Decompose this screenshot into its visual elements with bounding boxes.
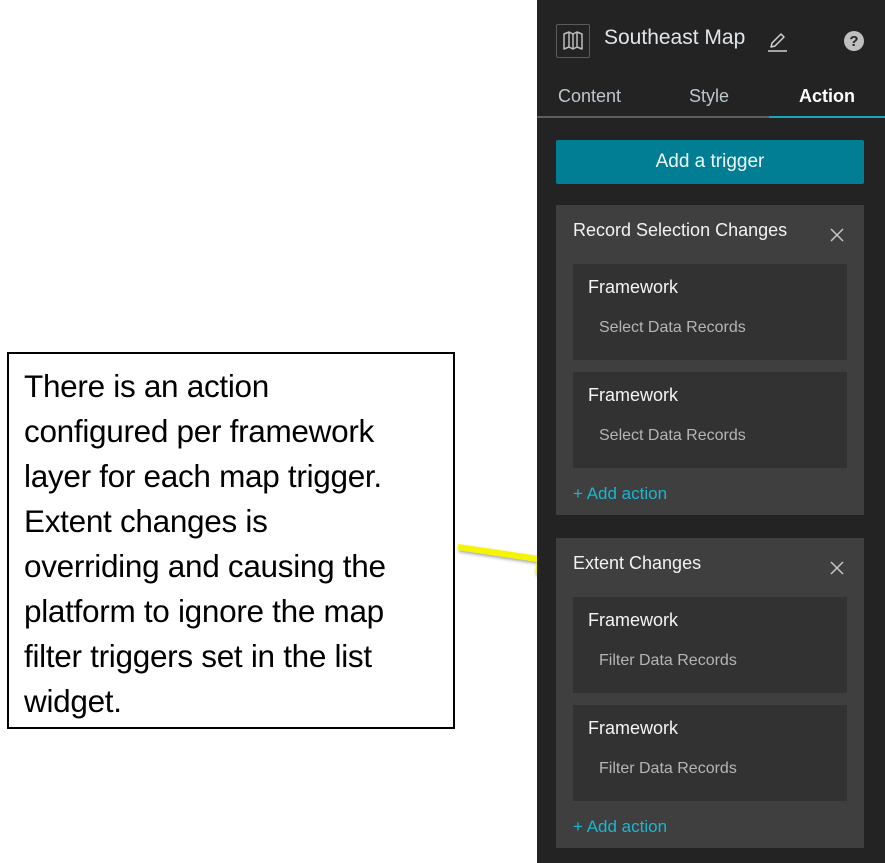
close-icon[interactable]: [830, 228, 844, 242]
add-trigger-button[interactable]: Add a trigger: [556, 140, 864, 184]
settings-panel: Southeast Map ? Content Style Action Add…: [537, 0, 885, 863]
tab-content[interactable]: Content: [558, 86, 621, 107]
annotation-callout: There is an action configured per framew…: [7, 352, 455, 729]
action-card[interactable]: Framework Filter Data Records: [573, 597, 847, 693]
action-layer: Framework: [588, 277, 679, 297]
trigger-title: Extent Changes: [573, 553, 702, 573]
callout-line: widget.: [24, 683, 122, 719]
callout-line: There is an action: [24, 368, 269, 404]
action-layer: Framework: [588, 610, 679, 630]
action-type: Select Data Records: [599, 427, 746, 444]
callout-line: filter triggers set in the list: [24, 638, 372, 674]
question-circle-icon[interactable]: ?: [844, 31, 864, 51]
action-card[interactable]: Framework Filter Data Records: [573, 705, 847, 801]
trigger-title: Record Selection Changes: [573, 220, 788, 240]
action-type: Select Data Records: [599, 319, 746, 336]
tab-style[interactable]: Style: [689, 86, 729, 107]
widget-title: Southeast Map: [604, 26, 746, 49]
action-type: Filter Data Records: [599, 760, 737, 777]
close-icon[interactable]: [830, 561, 844, 575]
tab-action[interactable]: Action: [799, 86, 855, 107]
active-tab-indicator: [769, 116, 885, 118]
action-type: Filter Data Records: [599, 652, 737, 669]
callout-line: layer for each map trigger.: [24, 458, 382, 494]
panel-header: Southeast Map ?: [537, 0, 885, 80]
callout-line: platform to ignore the map: [24, 593, 384, 629]
callout-line: Extent changes is: [24, 503, 268, 539]
trigger-card-extent-changes: Extent Changes Framework Filter Data Rec…: [556, 538, 864, 848]
callout-line: overriding and causing the: [24, 548, 386, 584]
add-action-link[interactable]: + Add action: [573, 484, 667, 504]
action-layer: Framework: [588, 718, 679, 738]
action-card[interactable]: Framework Select Data Records: [573, 372, 847, 468]
map-icon: [556, 24, 590, 58]
pencil-icon[interactable]: [765, 30, 789, 54]
callout-line: configured per framework: [24, 413, 374, 449]
add-action-link[interactable]: + Add action: [573, 817, 667, 837]
action-layer: Framework: [588, 385, 679, 405]
help-glyph: ?: [849, 32, 859, 50]
action-card[interactable]: Framework Select Data Records: [573, 264, 847, 360]
trigger-card-record-selection: Record Selection Changes Framework Selec…: [556, 205, 864, 515]
tab-bar: Content Style Action: [537, 80, 885, 118]
